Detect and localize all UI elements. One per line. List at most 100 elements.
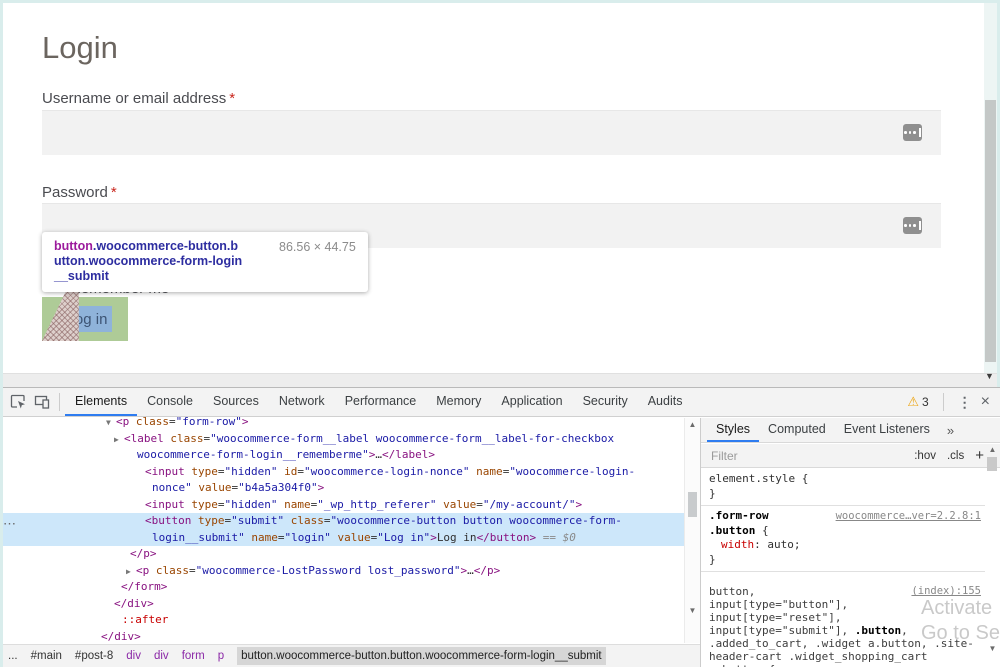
username-label: Username or email address* <box>42 90 235 107</box>
style-rule-block: .form-rowwoocommerce…ver=2.2.8:1.button … <box>701 506 985 572</box>
page-bottom-strip <box>0 373 1000 387</box>
scrollbar-thumb[interactable] <box>985 100 996 362</box>
stylesheet-link[interactable]: (index):155 <box>911 585 981 598</box>
breadcrumb-item[interactable]: p <box>218 650 224 662</box>
toolbar-separator <box>59 393 60 411</box>
collapse-arrow-icon[interactable]: ▶ <box>126 564 136 581</box>
screenshot-edge <box>0 0 3 667</box>
required-asterisk: * <box>229 90 235 107</box>
style-rule-line[interactable]: button,(index):155 <box>701 585 985 598</box>
code-line[interactable]: woocommerce-form-login__rememberme">…</l… <box>0 447 684 464</box>
devtools-close-icon[interactable]: × <box>981 393 990 411</box>
breadcrumb-item[interactable]: form <box>182 650 205 662</box>
code-line[interactable]: ▼<p class="form-row"> <box>0 414 684 431</box>
code-line[interactable]: </p> <box>0 546 684 563</box>
style-rule-block: button,(index):155input[type="button"],i… <box>701 572 985 667</box>
device-toolbar-icon[interactable] <box>30 390 54 414</box>
tab-audits[interactable]: Audits <box>638 388 693 416</box>
tooltip-dimensions: 86.56 × 44.75 <box>279 239 356 284</box>
style-rule-line[interactable]: width: auto; <box>701 538 985 553</box>
new-style-rule-button[interactable]: + <box>975 447 984 464</box>
breadcrumb: ... #main #post-8 div div form p button.woocomm… <box>0 644 700 667</box>
style-rule-line[interactable]: a.button { <box>701 663 985 667</box>
breadcrumb-item[interactable]: button.woocommerce-button.button.woocomm… <box>237 647 606 665</box>
styles-scrollbar[interactable]: ▲ ▼ <box>985 444 999 667</box>
username-input[interactable] <box>42 110 941 155</box>
password-label: Password* <box>42 184 117 201</box>
style-rule-line[interactable]: .button { <box>701 524 985 539</box>
page-title: Login <box>42 30 118 66</box>
elements-tree: ▼<p class="form-row">▶<label class="wooc… <box>0 414 684 645</box>
devtools-toolbar: ElementsConsoleSourcesNetworkPerformance… <box>0 387 1000 417</box>
element-class-toggle[interactable]: .cls <box>947 450 964 462</box>
styles-tab-styles[interactable]: Styles <box>707 418 759 442</box>
required-asterisk: * <box>111 184 117 201</box>
style-rule-line[interactable]: element.style { <box>701 471 985 486</box>
breadcrumb-item[interactable]: div <box>126 650 141 662</box>
password-manager-icon[interactable] <box>903 217 922 234</box>
code-line[interactable]: login__submit" name="login" value="Log i… <box>0 530 684 547</box>
tab-sources[interactable]: Sources <box>203 388 269 416</box>
pseudo-state-toggle[interactable]: :hov <box>914 450 936 462</box>
tab-memory[interactable]: Memory <box>426 388 491 416</box>
password-manager-icon[interactable] <box>903 124 922 141</box>
scroll-down-arrow-icon[interactable]: ▼ <box>985 644 1000 653</box>
scroll-up-arrow-icon[interactable]: ▲ <box>985 445 1000 454</box>
collapse-arrow-icon[interactable]: ▶ <box>114 432 124 449</box>
warning-count: 3 <box>922 395 929 409</box>
page-vertical-scrollbar[interactable] <box>984 0 997 373</box>
tab-console[interactable]: Console <box>137 388 203 416</box>
node-menu-icon[interactable]: ⋯ <box>3 516 15 532</box>
breadcrumb-item[interactable]: #post-8 <box>75 650 113 662</box>
inspect-element-icon[interactable] <box>6 390 30 414</box>
styles-tab-event-listeners[interactable]: Event Listeners <box>835 418 939 442</box>
style-rule-line[interactable]: input[type="button"], <box>701 598 985 611</box>
code-line[interactable]: </div> <box>0 596 684 613</box>
styles-sidebar-tabs: StylesComputedEvent Listeners» <box>701 418 1000 443</box>
code-line[interactable]: ▶<label class="woocommerce-form__label w… <box>0 431 684 448</box>
breadcrumb-item[interactable]: #main <box>31 650 62 662</box>
style-rule-line[interactable]: input[type="reset"], <box>701 611 985 624</box>
style-rule-line[interactable]: .form-rowwoocommerce…ver=2.2.8:1 <box>701 509 985 524</box>
tab-elements[interactable]: Elements <box>65 388 137 416</box>
style-rule-line[interactable]: } <box>701 553 985 568</box>
code-line[interactable]: <button type="submit" class="woocommerce… <box>0 513 684 530</box>
code-line[interactable]: nonce" value="b4a5a304f0"> <box>0 480 684 497</box>
breadcrumb-item[interactable]: div <box>154 650 169 662</box>
tab-security[interactable]: Security <box>573 388 638 416</box>
expand-arrow-icon[interactable]: ▼ <box>106 415 116 432</box>
style-rule-line[interactable]: input[type="submit"], .button, <box>701 624 985 637</box>
scroll-down-arrow-icon[interactable]: ▼ <box>985 371 994 381</box>
elements-scrollbar[interactable]: ▲ ▼ <box>684 418 700 643</box>
breadcrumb-item[interactable]: ... <box>8 650 18 662</box>
tab-network[interactable]: Network <box>269 388 335 416</box>
inspect-tooltip: button.woocommerce-button.b utton.woocom… <box>42 232 368 292</box>
code-line[interactable]: <input type="hidden" name="_wp_http_refe… <box>0 497 684 514</box>
scrollbar-thumb[interactable] <box>688 492 697 517</box>
console-warnings-badge[interactable]: ⚠ 3 <box>907 394 928 410</box>
tab-application[interactable]: Application <box>491 388 572 416</box>
styles-rules: element.style {}.form-rowwoocommerce…ver… <box>701 468 985 667</box>
styles-tab-computed[interactable]: Computed <box>759 418 835 442</box>
scroll-up-arrow-icon[interactable]: ▲ <box>685 420 700 429</box>
devtools-menu-icon[interactable]: ⋮ <box>958 394 972 411</box>
code-line[interactable]: </form> <box>0 579 684 596</box>
code-line[interactable]: <input type="hidden" id="woocommerce-log… <box>0 464 684 481</box>
code-line[interactable]: </div> <box>0 629 684 646</box>
devtools-tabs: ElementsConsoleSourcesNetworkPerformance… <box>65 388 692 416</box>
more-tabs-icon[interactable]: » <box>939 423 962 438</box>
scrollbar-thumb[interactable] <box>987 457 997 471</box>
style-rule-line[interactable]: .added_to_cart, .widget a.button, .site- <box>701 637 985 650</box>
style-rule-line[interactable]: header-cart .widget_shopping_cart <box>701 650 985 663</box>
code-line[interactable]: ::after <box>0 612 684 629</box>
style-rule-line[interactable]: } <box>701 486 985 501</box>
scroll-down-arrow-icon[interactable]: ▼ <box>685 606 700 615</box>
stylesheet-link[interactable]: woocommerce…ver=2.2.8:1 <box>836 509 981 524</box>
style-rule-block: element.style {} <box>701 468 985 506</box>
styles-filter-input[interactable] <box>709 448 843 464</box>
warning-icon: ⚠ <box>907 394 919 410</box>
tab-performance[interactable]: Performance <box>335 388 427 416</box>
code-line[interactable]: ▶<p class="woocommerce-LostPassword lost… <box>0 563 684 580</box>
styles-filter-row: :hov .cls + <box>701 444 1000 468</box>
screenshot-edge <box>0 0 1000 3</box>
